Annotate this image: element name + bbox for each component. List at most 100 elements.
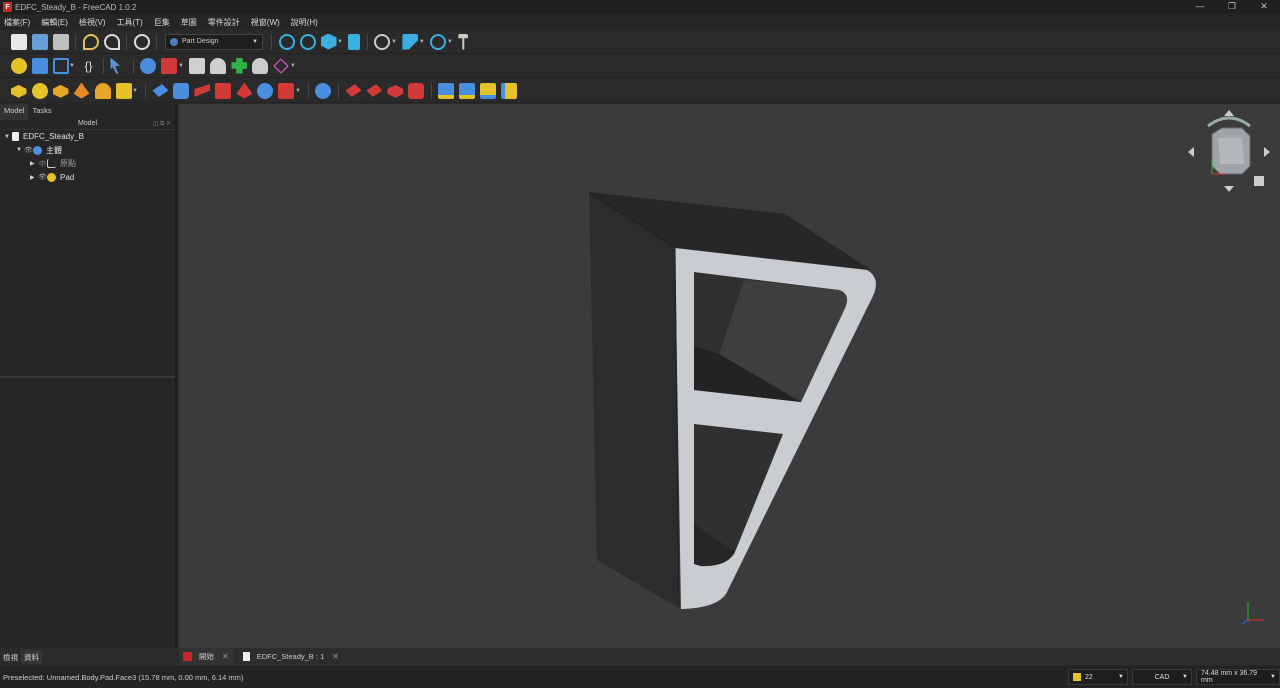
menu-tools[interactable]: 工具(T) — [117, 17, 143, 28]
tab-model[interactable]: Model — [0, 104, 29, 120]
fillet-icon[interactable] — [345, 84, 362, 97]
freecad-icon — [183, 652, 192, 661]
revolution-icon[interactable] — [31, 82, 48, 99]
axis-cross-icon — [1241, 602, 1264, 625]
doc-tab-start[interactable]: 開始 ✕ — [179, 648, 233, 665]
pad-tool-icon[interactable] — [10, 84, 27, 98]
close-button[interactable]: ✕ — [1248, 0, 1280, 14]
tree-item-origin[interactable]: ▶ 👁 原點 — [0, 157, 175, 171]
menu-macro[interactable]: 巨集 — [154, 17, 170, 28]
help-pointer-icon[interactable] — [458, 33, 469, 50]
arrow-down-icon — [1224, 186, 1234, 192]
fit-all-icon[interactable] — [278, 33, 295, 50]
menu-part-design[interactable]: 零件設計 — [208, 17, 240, 28]
subtractive-pipe-icon[interactable] — [236, 82, 253, 99]
additive-pipe-icon[interactable] — [73, 82, 90, 99]
additive-loft-icon[interactable] — [52, 84, 69, 98]
toolbar-part-design-helper: ▼ {} ▼ ▼ — [0, 54, 1280, 78]
save-document-icon[interactable] — [52, 33, 69, 50]
sketch-icon[interactable] — [189, 57, 206, 74]
tab-tasks[interactable]: Tasks — [28, 104, 55, 120]
polar-pattern-icon[interactable] — [480, 82, 497, 99]
additive-primitive-icon[interactable] — [115, 82, 132, 99]
hidden-eye-icon[interactable]: 👁 — [38, 160, 47, 168]
tree-item-body[interactable]: ▼ 👁 主體 — [0, 144, 175, 158]
expand-icon[interactable]: ▶ — [30, 160, 38, 167]
multi-transform-icon[interactable] — [501, 82, 518, 99]
menu-help[interactable]: 說明(H) — [291, 17, 318, 28]
document-icon — [12, 132, 19, 142]
panel-splitter[interactable] — [0, 376, 175, 380]
additive-helix-icon[interactable] — [94, 82, 111, 99]
menu-windows[interactable]: 視窗(W) — [251, 17, 280, 28]
status-bar: Preselected: Unnamed.Body.Pad.Face3 (15.… — [0, 666, 1280, 688]
open-document-icon[interactable] — [31, 33, 48, 50]
subtractive-primitive-icon[interactable] — [278, 82, 295, 99]
attach-sketch-icon[interactable] — [210, 57, 227, 74]
collapse-icon[interactable]: ▼ — [16, 147, 24, 153]
chamfer-icon[interactable] — [366, 84, 383, 97]
boolean-icon[interactable] — [315, 82, 332, 99]
link-icon[interactable] — [52, 57, 69, 74]
close-tab-icon[interactable]: ✕ — [222, 652, 229, 661]
subtractive-loft-icon[interactable] — [215, 82, 232, 99]
select-icon[interactable] — [110, 57, 121, 74]
navigation-cube[interactable] — [1186, 108, 1272, 194]
menu-bar: 檔案(F) 編輯(E) 檢視(V) 工具(T) 巨集 草圖 零件設計 視窗(W)… — [0, 14, 1280, 30]
new-document-icon[interactable] — [10, 33, 27, 50]
datum-plane-icon[interactable] — [273, 57, 290, 74]
title-bar: F EDFC_Steady_B - FreeCAD 1.0.2 — ❐ ✕ — [0, 0, 1280, 14]
collapse-icon[interactable]: ▼ — [4, 134, 12, 140]
visibility-eye-icon[interactable]: 👁 — [38, 173, 47, 181]
expand-icon[interactable]: ▶ — [30, 174, 38, 181]
part-render[interactable] — [179, 104, 1280, 648]
datum-icon[interactable] — [252, 57, 269, 74]
thickness-icon[interactable] — [408, 82, 425, 99]
undo-icon[interactable] — [82, 33, 99, 50]
menu-sketch[interactable]: 草圖 — [181, 17, 197, 28]
create-group-icon[interactable] — [31, 57, 48, 74]
pocket-icon[interactable] — [152, 84, 169, 97]
subtractive-helix-icon[interactable] — [257, 82, 274, 99]
menu-file[interactable]: 檔案(F) — [4, 17, 30, 28]
shape-binder-icon[interactable] — [140, 57, 157, 74]
tab-data[interactable]: 資料 — [21, 650, 42, 664]
clone-icon[interactable] — [161, 57, 178, 74]
menu-view[interactable]: 檢視(V) — [79, 17, 106, 28]
part-design-icon — [170, 37, 178, 46]
fit-selection-icon[interactable] — [299, 33, 316, 50]
validate-sketch-icon[interactable] — [231, 57, 248, 74]
hole-icon[interactable] — [173, 82, 190, 99]
groove-icon[interactable] — [194, 84, 211, 97]
create-body-icon[interactable] — [10, 57, 27, 74]
selection-filter-icon[interactable] — [402, 33, 419, 50]
box-zoom-icon[interactable] — [348, 33, 361, 50]
maximize-button[interactable]: ❐ — [1216, 0, 1248, 14]
menu-edit[interactable]: 編輯(E) — [41, 17, 68, 28]
tree-item-document[interactable]: ▼ EDFC_Steady_B — [0, 130, 175, 144]
navigation-style-select[interactable]: CAD ▼ — [1132, 669, 1192, 685]
panel-controls-icon[interactable]: ◫ ⧉ ✕ — [153, 120, 171, 128]
mirrored-icon[interactable] — [438, 82, 455, 99]
draw-style-select[interactable]: 22 ▼ — [1068, 669, 1128, 685]
toolbar-file-view: Part Design ▼ ▼ ▼ ▼ ▼ — [0, 30, 1280, 54]
tree-item-pad[interactable]: ▶ 👁 Pad — [0, 171, 175, 185]
isometric-view-icon[interactable] — [320, 33, 337, 50]
variable-set-icon[interactable]: {} — [80, 58, 96, 74]
refresh-icon[interactable] — [133, 33, 150, 50]
redo-icon[interactable] — [103, 33, 120, 50]
3d-viewport[interactable] — [179, 104, 1280, 648]
draft-icon[interactable] — [387, 84, 404, 98]
freecad-logo-icon: F — [3, 2, 12, 12]
measure-icon[interactable] — [430, 33, 447, 50]
tab-view[interactable]: 檢視 — [0, 650, 21, 664]
close-tab-icon[interactable]: ✕ — [332, 652, 339, 661]
doc-tab-model[interactable]: EDFC_Steady_B : 1 ✕ — [239, 648, 343, 665]
minimize-button[interactable]: — — [1184, 0, 1216, 14]
workbench-selector[interactable]: Part Design ▼ — [165, 33, 263, 50]
linear-pattern-icon[interactable] — [459, 82, 476, 99]
visibility-eye-icon[interactable]: 👁 — [24, 146, 33, 154]
dimension-display[interactable]: 74.48 mm x 36.79 mm ▼ — [1196, 669, 1280, 685]
draw-style-icon[interactable] — [374, 33, 391, 50]
arrow-up-icon — [1224, 110, 1234, 116]
